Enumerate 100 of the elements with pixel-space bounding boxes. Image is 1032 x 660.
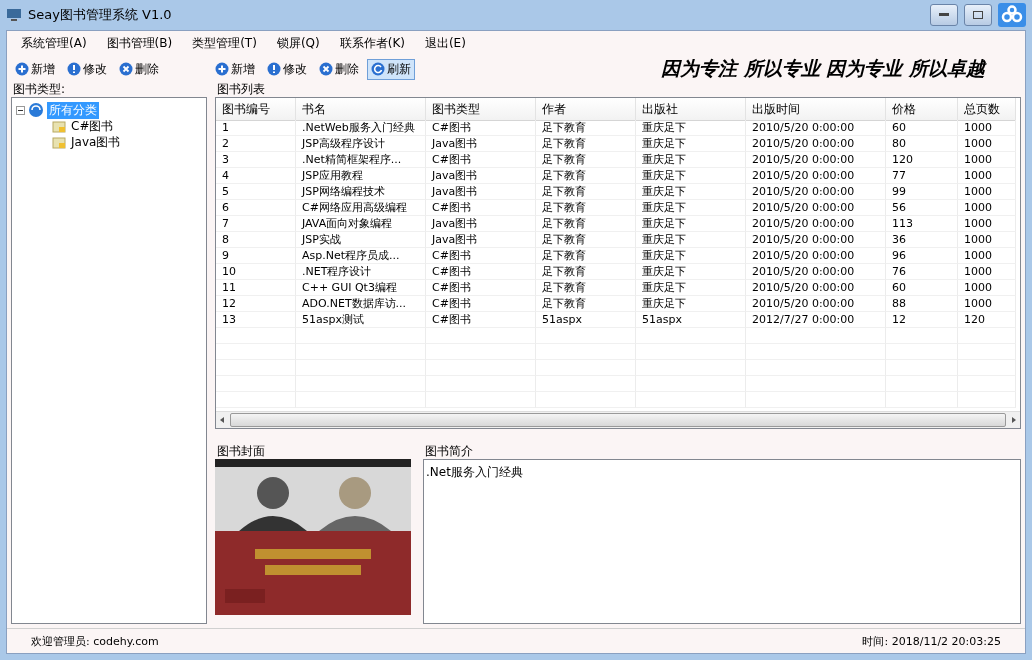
minimize-icon — [939, 13, 949, 17]
table-cell: Java图书 — [426, 136, 536, 152]
column-header[interactable]: 总页数 — [958, 98, 1016, 121]
table-cell: 4 — [216, 168, 296, 184]
table-cell: 51aspx — [636, 312, 746, 328]
toolbar-button[interactable]: 新增 — [211, 58, 259, 80]
table-cell: ADO.NET数据库访... — [296, 296, 426, 312]
folder-icon — [52, 119, 66, 133]
table-cell: 56 — [886, 200, 958, 216]
column-header[interactable]: 作者 — [536, 98, 636, 121]
table-cell: 重庆足下 — [636, 216, 746, 232]
cross-icon — [119, 62, 133, 76]
toolbar-button[interactable]: 刷新 — [367, 58, 415, 80]
time-text: 时间: 2018/11/2 20:03:25 — [862, 633, 1001, 649]
table-cell: C#图书 — [426, 200, 536, 216]
tree-item[interactable]: Java图书 — [69, 133, 123, 151]
menu-item[interactable]: 图书管理(B) — [98, 35, 181, 53]
table-cell: 2010/5/20 0:00:00 — [746, 152, 886, 168]
menu-item[interactable]: 联系作者(K) — [331, 35, 413, 53]
table-cell: .NET程序设计 — [296, 264, 426, 280]
table-cell: 1000 — [958, 280, 1016, 296]
table-cell: 重庆足下 — [636, 280, 746, 296]
table-cell: 13 — [216, 312, 296, 328]
table-cell: 60 — [886, 120, 958, 136]
table-cell: 1000 — [958, 136, 1016, 152]
monitor-icon — [6, 7, 22, 23]
table-cell: C#图书 — [426, 152, 536, 168]
table-cell: C#网络应用高级编程 — [296, 200, 426, 216]
table-cell: 重庆足下 — [636, 120, 746, 136]
table-cell: 6 — [216, 200, 296, 216]
table-cell: Java图书 — [426, 168, 536, 184]
table-cell: 足下教育 — [536, 232, 636, 248]
toolbar-button[interactable]: 删除 — [315, 58, 363, 80]
table-cell: 2010/5/20 0:00:00 — [746, 296, 886, 312]
column-header[interactable]: 出版时间 — [746, 98, 886, 121]
table-cell: 1000 — [958, 216, 1016, 232]
table-cell: 足下教育 — [536, 296, 636, 312]
collapse-icon[interactable] — [16, 105, 25, 115]
table-cell: 2010/5/20 0:00:00 — [746, 184, 886, 200]
summary-text: .Net服务入门经典 — [426, 465, 523, 479]
table-cell: 120 — [886, 152, 958, 168]
table-cell: 99 — [886, 184, 958, 200]
table-cell: Asp.Net程序员成... — [296, 248, 426, 264]
table-cell: 96 — [886, 248, 958, 264]
cross-icon — [319, 62, 333, 76]
table-cell: 足下教育 — [536, 184, 636, 200]
table-cell: 5 — [216, 184, 296, 200]
column-header[interactable]: 图书编号 — [216, 98, 296, 121]
table-cell: 1000 — [958, 184, 1016, 200]
toolbar-button[interactable]: 新增 — [11, 58, 59, 80]
maximize-button[interactable] — [964, 4, 992, 26]
cloud-icon[interactable] — [998, 3, 1026, 27]
toolbar-button[interactable]: 修改 — [63, 58, 111, 80]
table-cell: JSP高级程序设计 — [296, 136, 426, 152]
table-cell: C#图书 — [426, 296, 536, 312]
column-header[interactable]: 书名 — [296, 98, 426, 121]
table-cell: 重庆足下 — [636, 184, 746, 200]
table-cell: 11 — [216, 280, 296, 296]
tree-item[interactable]: C#图书 — [69, 117, 116, 135]
table-cell: Java图书 — [426, 216, 536, 232]
table-cell: 1000 — [958, 120, 1016, 136]
window-title: Seay图书管理系统 V1.0 — [28, 6, 173, 24]
maximize-icon — [973, 11, 983, 19]
table-cell: 重庆足下 — [636, 152, 746, 168]
table-cell: 80 — [886, 136, 958, 152]
table-cell: 足下教育 — [536, 168, 636, 184]
table-cell: C#图书 — [426, 280, 536, 296]
table-cell: .NetWeb服务入门经典 — [296, 120, 426, 136]
table-cell: 重庆足下 — [636, 248, 746, 264]
table-cell: JSP应用教程 — [296, 168, 426, 184]
menu-item[interactable]: 系统管理(A) — [13, 35, 95, 53]
table-cell: 1000 — [958, 264, 1016, 280]
welcome-text: 欢迎管理员: codehy.com — [31, 633, 159, 649]
table-cell: 足下教育 — [536, 216, 636, 232]
table-cell: JSP网络编程技术 — [296, 184, 426, 200]
table-cell: 足下教育 — [536, 200, 636, 216]
table-cell: 1000 — [958, 168, 1016, 184]
column-header[interactable]: 图书类型 — [426, 98, 536, 121]
column-header[interactable]: 价格 — [886, 98, 958, 121]
table-cell: 重庆足下 — [636, 168, 746, 184]
table-cell: 重庆足下 — [636, 200, 746, 216]
table-cell: 60 — [886, 280, 958, 296]
table-cell: 1000 — [958, 248, 1016, 264]
table-cell: C#图书 — [426, 264, 536, 280]
table-cell: C#图书 — [426, 312, 536, 328]
folder-icon — [52, 135, 66, 149]
table-cell: JSP实战 — [296, 232, 426, 248]
exclamation-icon — [67, 62, 81, 76]
menu-item[interactable]: 类型管理(T) — [184, 35, 265, 53]
menu-item[interactable]: 锁屏(Q) — [268, 35, 328, 53]
table-cell: 足下教育 — [536, 264, 636, 280]
toolbar-button[interactable]: 删除 — [115, 58, 163, 80]
table-cell: 12 — [886, 312, 958, 328]
table-cell: 77 — [886, 168, 958, 184]
table-cell: 重庆足下 — [636, 296, 746, 312]
column-header[interactable]: 出版社 — [636, 98, 746, 121]
toolbar-button[interactable]: 修改 — [263, 58, 311, 80]
minimize-button[interactable] — [930, 4, 958, 26]
menu-item[interactable]: 退出(E) — [416, 35, 474, 53]
table-cell: 113 — [886, 216, 958, 232]
